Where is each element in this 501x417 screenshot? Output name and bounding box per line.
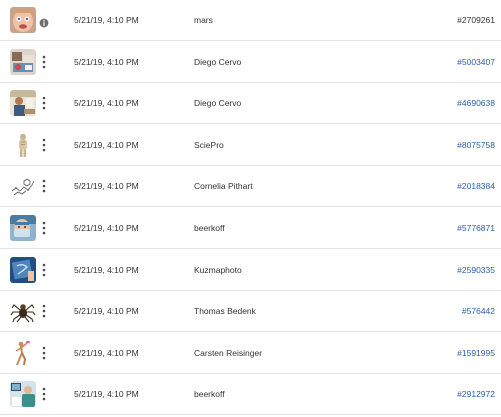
upload-date: 5/21/19, 4:10 PM: [74, 389, 139, 400]
more-vertical-icon[interactable]: [39, 260, 49, 280]
upload-date: 5/21/19, 4:10 PM: [74, 98, 139, 109]
upload-date: 5/21/19, 4:10 PM: [74, 264, 139, 275]
upload-date: 5/21/19, 4:10 PM: [74, 139, 139, 150]
asset-id-link[interactable]: #1591995: [457, 347, 495, 359]
molecule-sketch-thumbnail[interactable]: [10, 173, 36, 199]
more-vertical-icon[interactable]: [39, 176, 49, 196]
upload-date: 5/21/19, 4:10 PM: [74, 223, 139, 233]
table-row[interactable]: 5/21/19, 4:10 PM Kuzmaphoto #2590335: [0, 250, 501, 291]
table-row[interactable]: 5/21/19, 4:10 PM beerkoff #5776871: [0, 208, 501, 249]
table-row[interactable]: 5/21/19, 4:10 PM Diego Cervo #5003407: [0, 42, 501, 83]
asset-id-link[interactable]: #5003407: [457, 56, 495, 68]
spider-thumbnail[interactable]: [10, 298, 36, 324]
info-icon[interactable]: [39, 15, 49, 25]
asset-id-link[interactable]: #5776871: [457, 222, 495, 234]
author-name: Thomas Bedenk: [194, 306, 256, 317]
anatomy-figure-thumbnail[interactable]: [10, 132, 36, 158]
asset-id-link[interactable]: #2018384: [457, 180, 495, 192]
upload-date: 5/21/19, 4:10 PM: [74, 15, 139, 25]
more-vertical-icon[interactable]: [39, 343, 49, 363]
author-name: Carsten Reisinger: [194, 347, 263, 358]
more-vertical-icon[interactable]: [39, 135, 49, 155]
table-row[interactable]: 5/21/19, 4:10 PM Cornelia Pithart #2018384: [0, 166, 501, 208]
author-name: mars: [194, 15, 213, 25]
asset-id-link[interactable]: #4690638: [457, 97, 495, 109]
author-name: beerkoff: [194, 223, 225, 233]
table-row[interactable]: 5/21/19, 4:10 PM Carsten Reisinger #159199…: [0, 333, 501, 374]
more-vertical-icon[interactable]: [39, 93, 49, 113]
more-vertical-icon[interactable]: [39, 384, 49, 404]
gymnast-figure-thumbnail[interactable]: [10, 340, 36, 366]
author-name: Diego Cervo: [194, 56, 242, 67]
asset-list: 5/21/19, 4:10 PM mars #2709261 5/21/19, 4:1…: [0, 0, 501, 417]
desk-workspace-thumbnail[interactable]: [10, 49, 36, 75]
more-vertical-icon[interactable]: [39, 218, 49, 238]
table-row[interactable]: 5/21/19, 4:10 PM mars #2709261: [0, 0, 501, 41]
face-portrait-thumbnail[interactable]: [10, 7, 36, 33]
author-name: Kuzmaphoto: [194, 264, 242, 275]
asset-id-link[interactable]: #2912972: [457, 388, 495, 400]
asset-id: #2709261: [457, 15, 495, 25]
xray-scan-thumbnail[interactable]: [10, 257, 36, 283]
medical-exam-thumbnail[interactable]: [10, 381, 36, 407]
author-name: Diego Cervo: [194, 98, 242, 109]
author-name: Cornelia Pithart: [194, 181, 253, 192]
upload-date: 5/21/19, 4:10 PM: [74, 56, 139, 67]
asset-id-link[interactable]: #8075758: [457, 139, 495, 151]
office-people-thumbnail[interactable]: [10, 90, 36, 116]
more-vertical-icon[interactable]: [39, 301, 49, 321]
asset-id-link[interactable]: #576442: [462, 305, 495, 317]
author-name: beerkoff: [194, 389, 225, 400]
upload-date: 5/21/19, 4:10 PM: [74, 181, 139, 192]
author-name: SciePro: [194, 139, 224, 150]
table-row[interactable]: 5/21/19, 4:10 PM Diego Cervo #4690638: [0, 83, 501, 125]
upload-date: 5/21/19, 4:10 PM: [74, 306, 139, 317]
table-row[interactable]: 5/21/19, 4:10 PM Thomas Bedenk #576442: [0, 291, 501, 333]
masked-surgeon-thumbnail[interactable]: [10, 215, 36, 241]
upload-date: 5/21/19, 4:10 PM: [74, 347, 139, 358]
table-row[interactable]: 5/21/19, 4:10 PM SciePro #8075758: [0, 125, 501, 166]
table-row[interactable]: 5/21/19, 4:10 PM beerkoff #2912972: [0, 374, 501, 416]
more-vertical-icon[interactable]: [39, 52, 49, 72]
asset-id-link[interactable]: #2590335: [457, 264, 495, 276]
